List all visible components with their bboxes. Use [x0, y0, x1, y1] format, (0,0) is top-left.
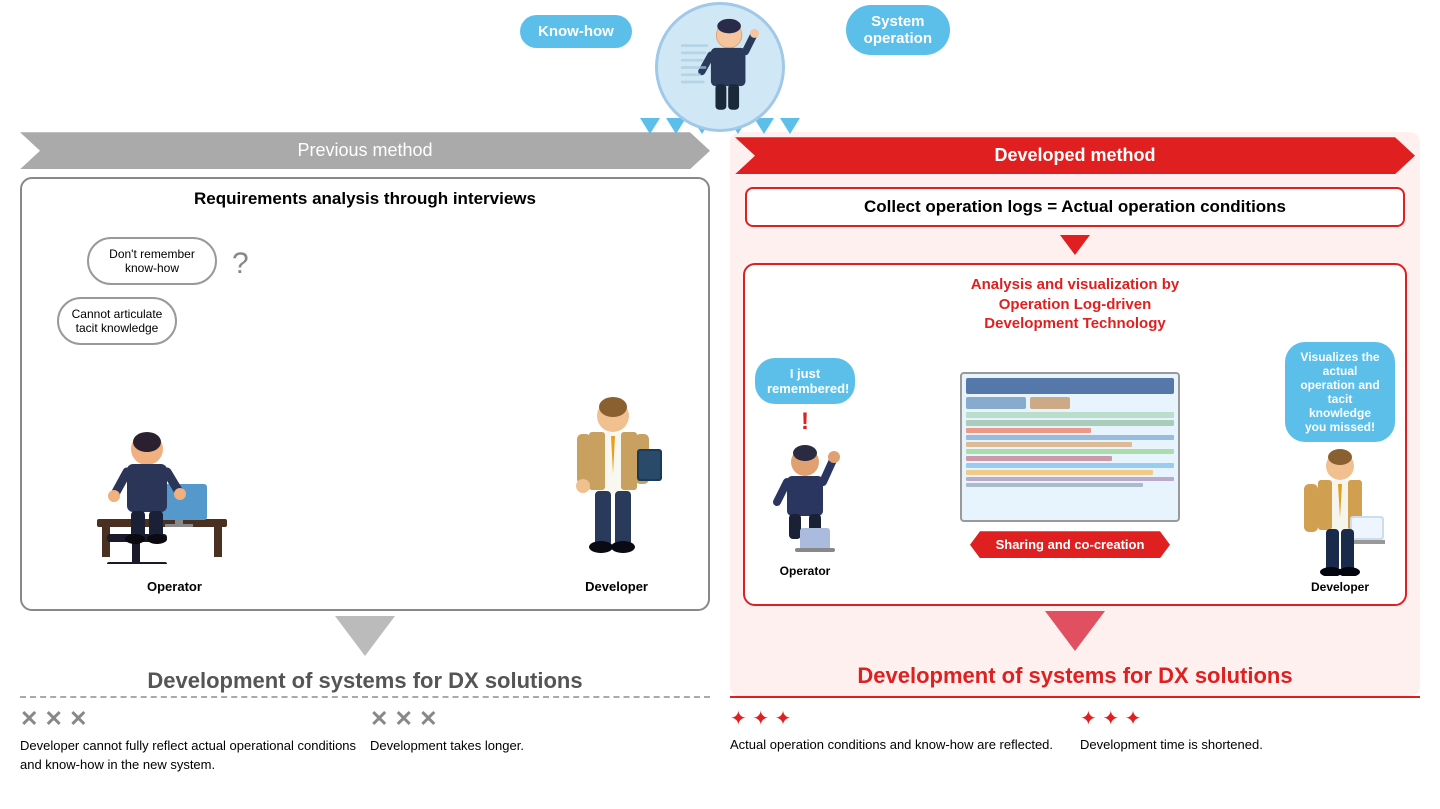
interview-title: Requirements analysis through interviews [37, 189, 693, 209]
bubble-sysop: System operation [846, 5, 950, 55]
developer-label: Developer [585, 579, 648, 594]
knowhow-text: Know-how [538, 23, 614, 40]
star-marks-2: ✦ ✦ ✦ [1080, 706, 1420, 731]
thought-text-1: Don't remember know-how [109, 247, 195, 275]
thought-bubble-2: Cannot articulate tacit knowledge [57, 297, 177, 345]
remembered-text: I just remembered! [767, 366, 849, 396]
person-svg [675, 17, 765, 117]
person-illustration [655, 2, 785, 132]
interview-box: Requirements analysis through interviews… [20, 177, 710, 611]
previous-method-header: Previous method [20, 132, 710, 169]
analysis-line3: Development Technology [984, 315, 1165, 332]
sysop-line2: operation [864, 30, 932, 47]
developed-method-header: Developed method [735, 137, 1415, 174]
right-operator-label: Operator [780, 564, 831, 578]
columns-wrapper: Previous method Requirements analysis th… [0, 132, 1440, 696]
right-developer-label: Developer [1311, 580, 1369, 594]
main-container: Know-how System operation [0, 0, 1440, 809]
analysis-title: Analysis and visualization by Operation … [755, 275, 1395, 334]
problem-1: ✕ ✕ ✕ Developer cannot fully reflect act… [20, 706, 360, 775]
collect-text: Collect operation logs = Actual operatio… [864, 197, 1286, 216]
bubble-remembered: I just remembered! [755, 358, 855, 404]
bubble-knowhow: Know-how [520, 15, 632, 48]
right-operator-svg [765, 440, 845, 560]
visualizes-text: Visualizes the actual operation and taci… [1300, 350, 1379, 434]
bottom-section: ✕ ✕ ✕ Developer cannot fully reflect act… [0, 696, 1440, 809]
x-marks-2: ✕ ✕ ✕ [370, 706, 710, 732]
result-2: ✦ ✦ ✦ Development time is shortened. [1080, 706, 1420, 755]
star-marks-1: ✦ ✦ ✦ [730, 706, 1070, 731]
sharing-arrow: Sharing and co-creation [970, 531, 1170, 558]
result-1: ✦ ✦ ✦ Actual operation conditions and kn… [730, 706, 1070, 755]
thought-bubble-1: Don't remember know-how [87, 237, 217, 285]
result-1-text: Actual operation conditions and know-how… [730, 735, 1070, 755]
right-illustration: I just remembered! ! [755, 342, 1395, 594]
top-section: Know-how System operation [0, 0, 1440, 132]
right-column: Developed method Collect operation logs … [730, 132, 1420, 696]
operator-figure [97, 404, 227, 569]
bubble-visualizes: Visualizes the actual operation and taci… [1285, 342, 1395, 442]
x-marks-1: ✕ ✕ ✕ [20, 706, 360, 732]
collect-box: Collect operation logs = Actual operatio… [745, 187, 1405, 227]
right-developer-area: Visualizes the actual operation and taci… [1285, 342, 1395, 594]
problem-1-text: Developer cannot fully reflect actual op… [20, 736, 360, 775]
bottom-left: ✕ ✕ ✕ Developer cannot fully reflect act… [20, 696, 710, 809]
right-developer-svg [1295, 446, 1385, 576]
left-dx-text: Development of systems for DX solutions [20, 668, 710, 694]
right-operator-area: I just remembered! ! [755, 358, 855, 578]
analysis-line2: Operation Log-driven [999, 296, 1152, 313]
bottom-right: ✦ ✦ ✦ Actual operation conditions and kn… [730, 696, 1420, 809]
left-down-arrow [20, 616, 710, 661]
sysop-line1: System [871, 13, 924, 30]
screen-box [960, 372, 1180, 522]
right-dx-text: Development of systems for DX solutions [735, 663, 1415, 689]
center-screen-area: Sharing and co-creation [960, 372, 1180, 563]
exclamation-mark: ! [801, 408, 809, 436]
thought-text-2: Cannot articulate tacit knowledge [72, 307, 163, 335]
left-column: Previous method Requirements analysis th… [20, 132, 710, 696]
right-down-arrow [735, 611, 1415, 656]
problem-2-text: Development takes longer. [370, 736, 710, 756]
problem-2: ✕ ✕ ✕ Development takes longer. [370, 706, 710, 756]
question-mark: ? [232, 247, 249, 281]
previous-method-label: Previous method [297, 140, 432, 160]
right-inner-box: Analysis and visualization by Operation … [743, 263, 1407, 606]
analysis-line1: Analysis and visualization by [971, 276, 1179, 293]
developed-method-label: Developed method [994, 145, 1155, 165]
left-illustration-area: Don't remember know-how Cannot articulat… [37, 217, 693, 599]
operator-label: Operator [147, 579, 202, 594]
result-2-text: Development time is shortened. [1080, 735, 1420, 755]
right-small-arrow [735, 235, 1415, 260]
developer-figure [563, 394, 663, 569]
sharing-text: Sharing and co-creation [996, 537, 1145, 552]
